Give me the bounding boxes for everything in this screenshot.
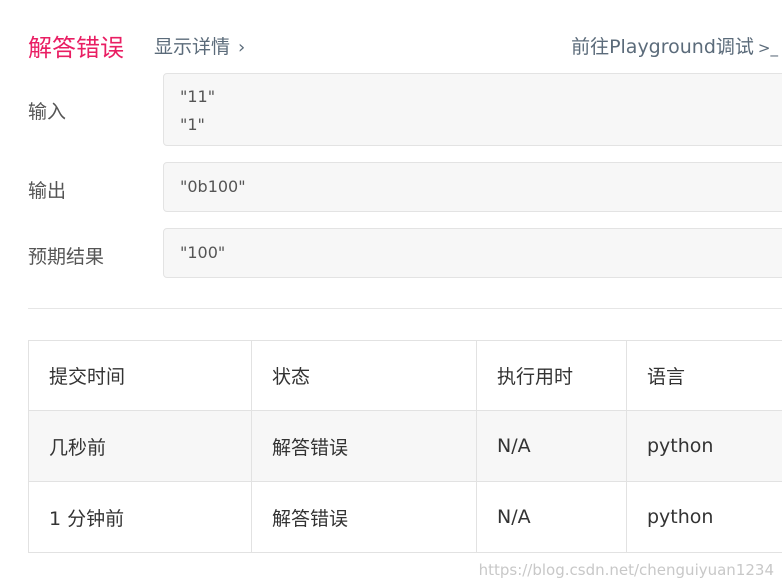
expected-label: 预期结果 [28, 246, 105, 268]
playground-link[interactable]: 前往Playground调试 >_ [571, 32, 778, 59]
language-cell: python [626, 410, 782, 482]
playground-label: 前往Playground调试 [571, 36, 754, 58]
chevron-right-icon: › [238, 37, 246, 58]
input-line: "11" [180, 87, 216, 106]
input-box: "11" "1" [163, 73, 782, 146]
result-header: 解答错误 显示详情 › 前往Playground调试 >_ [28, 26, 782, 62]
show-details-link[interactable]: 显示详情 › [154, 32, 245, 59]
table-row: 1 分钟前 解答错误 N/A python [28, 481, 782, 553]
column-header-runtime: 执行用时 [476, 340, 627, 411]
status-link[interactable]: 解答错误 [251, 410, 477, 482]
terminal-icon: >_ [757, 39, 778, 57]
language-cell: python [626, 481, 782, 553]
table-row: 几秒前 解答错误 N/A python [28, 410, 782, 482]
column-header-language: 语言 [626, 340, 782, 411]
input-label: 输入 [28, 101, 67, 123]
expected-value: "100" [180, 243, 226, 262]
table-header-row: 提交时间 状态 执行用时 语言 [28, 340, 782, 411]
expected-box: "100" [163, 228, 782, 278]
output-label: 输出 [28, 180, 67, 202]
status-link[interactable]: 解答错误 [251, 481, 477, 553]
show-details-label: 显示详情 [154, 36, 231, 58]
column-header-status: 状态 [251, 340, 477, 411]
runtime-cell: N/A [476, 481, 627, 553]
result-status-title: 解答错误 [28, 34, 124, 62]
watermark-url: https://blog.csdn.net/chenguiyuan1234 [478, 561, 774, 579]
column-header-submit-time: 提交时间 [28, 340, 252, 411]
submissions-table: 提交时间 状态 执行用时 语言 几秒前 解答错误 N/A python 1 分钟… [28, 340, 782, 553]
runtime-cell: N/A [476, 410, 627, 482]
submit-time-cell: 1 分钟前 [28, 481, 252, 553]
output-box: "0b100" [163, 162, 782, 212]
section-divider [28, 308, 782, 309]
output-value: "0b100" [180, 177, 246, 196]
submit-time-cell: 几秒前 [28, 410, 252, 482]
input-line: "1" [180, 115, 205, 134]
